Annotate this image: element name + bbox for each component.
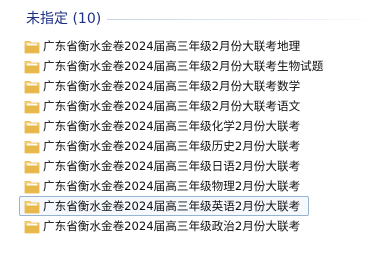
folder-label: 广东省衡水金卷2024届高三年级化学2月份大联考: [43, 119, 301, 133]
folder-icon: [24, 179, 40, 194]
folder-icon: [24, 139, 40, 154]
folder-icon: [24, 119, 40, 134]
folder-icon: [24, 199, 40, 214]
folder-item[interactable]: 广东省衡水金卷2024届高三年级2月份大联考语文: [19, 96, 309, 116]
folder-icon: [24, 159, 40, 174]
folder-item[interactable]: 广东省衡水金卷2024届高三年级物理2月份大联考: [19, 176, 309, 196]
folder-item[interactable]: 广东省衡水金卷2024届高三年级2月份大联考生物试题: [19, 56, 323, 76]
folder-label: 广东省衡水金卷2024届高三年级2月份大联考生物试题: [43, 59, 324, 73]
folder-item[interactable]: 广东省衡水金卷2024届高三年级化学2月份大联考: [19, 116, 309, 136]
group-header[interactable]: 未指定 (10): [26, 9, 101, 29]
folder-label: 广东省衡水金卷2024届高三年级2月份大联考地理: [43, 39, 301, 53]
folder-icon: [24, 79, 40, 94]
folder-label: 广东省衡水金卷2024届高三年级2月份大联考数学: [43, 79, 301, 93]
folder-icon: [24, 99, 40, 114]
folder-label: 广东省衡水金卷2024届高三年级物理2月份大联考: [43, 179, 301, 193]
folder-label: 广东省衡水金卷2024届高三年级历史2月份大联考: [43, 139, 301, 153]
folder-icon: [24, 39, 40, 54]
folder-item[interactable]: 广东省衡水金卷2024届高三年级政治2月份大联考: [19, 216, 309, 236]
folder-item[interactable]: 广东省衡水金卷2024届高三年级2月份大联考地理: [19, 36, 309, 56]
folder-icon: [24, 219, 40, 234]
folder-item[interactable]: 广东省衡水金卷2024届高三年级2月份大联考数学: [19, 76, 309, 96]
group-title[interactable]: 未指定 (10): [26, 9, 101, 29]
folder-label: 广东省衡水金卷2024届高三年级英语2月份大联考: [43, 199, 301, 213]
folder-item[interactable]: 广东省衡水金卷2024届高三年级日语2月份大联考: [19, 156, 309, 176]
folder-item[interactable]: 广东省衡水金卷2024届高三年级历史2月份大联考: [19, 136, 309, 156]
group-divider: [107, 19, 381, 20]
folder-label: 广东省衡水金卷2024届高三年级政治2月份大联考: [43, 219, 301, 233]
folder-icon: [24, 59, 40, 74]
folder-label: 广东省衡水金卷2024届高三年级2月份大联考语文: [43, 99, 301, 113]
folder-label: 广东省衡水金卷2024届高三年级日语2月份大联考: [43, 159, 301, 173]
folder-item[interactable]: 广东省衡水金卷2024届高三年级英语2月份大联考: [19, 196, 309, 216]
